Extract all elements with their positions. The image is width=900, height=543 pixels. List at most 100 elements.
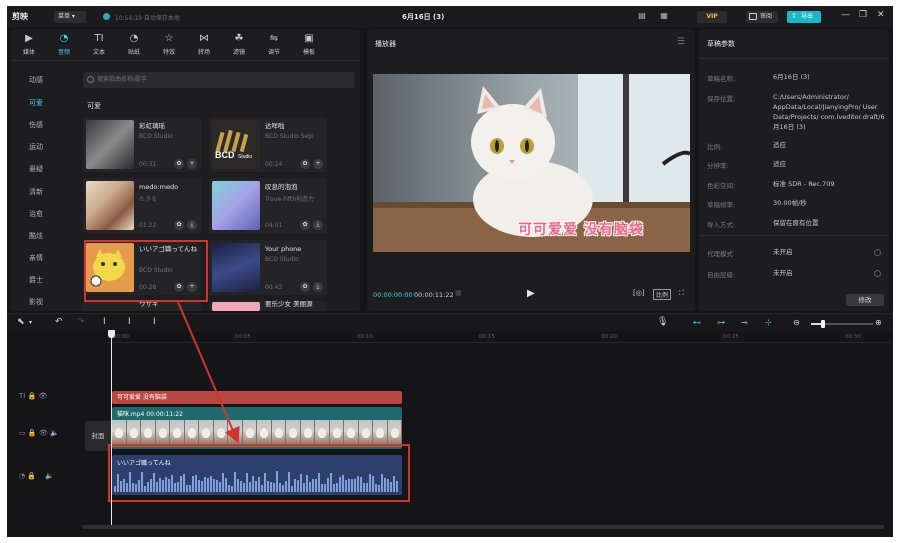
- close-icon[interactable]: ✕: [877, 10, 885, 20]
- auto-snap-icon[interactable]: ⊶: [717, 318, 725, 327]
- ratio-button[interactable]: 比例: [653, 289, 672, 300]
- music-card[interactable]: 叹息的泡泡 Trove-Fifth创造力 04:01 ✿ ⤓: [209, 178, 327, 233]
- tab-audio[interactable]: ◔ 音频: [48, 32, 80, 58]
- tab-media[interactable]: ▶ 媒体: [13, 32, 45, 58]
- search-input[interactable]: 搜索歌曲名称/歌手: [83, 72, 355, 88]
- zoom-slider[interactable]: [811, 320, 873, 328]
- add-icon[interactable]: +: [313, 159, 323, 169]
- tab-effects[interactable]: ☆ 特效: [153, 32, 185, 58]
- menu-icon[interactable]: ☰: [677, 37, 685, 47]
- text-clip[interactable]: 可可爱爱 没有脑袋: [112, 391, 402, 404]
- lock-icon[interactable]: 🔒: [28, 392, 37, 400]
- lock-icon[interactable]: 🔒: [27, 472, 36, 480]
- video-frame: [141, 420, 156, 447]
- review-button[interactable]: 审阅: [746, 11, 778, 23]
- minimize-icon[interactable]: —: [841, 10, 850, 20]
- category-item[interactable]: 运动: [29, 142, 43, 152]
- category-item[interactable]: 亲情: [29, 253, 43, 263]
- favorite-icon[interactable]: ✿: [300, 282, 310, 292]
- zoom-knob[interactable]: [821, 320, 825, 328]
- linkage-icon[interactable]: ⊸: [741, 318, 748, 327]
- tab-sticker[interactable]: ◔ 贴纸: [118, 32, 150, 58]
- category-item[interactable]: 影视: [29, 297, 43, 307]
- video-frame: [242, 420, 257, 447]
- eye-icon[interactable]: 👁: [39, 392, 48, 400]
- tab-label: 特效: [162, 49, 175, 56]
- category-item[interactable]: 可爱: [29, 98, 43, 108]
- music-card[interactable]: 要乐少女 美丽源: [209, 300, 327, 311]
- timecode-grid-icon: ▦: [455, 289, 462, 297]
- param-label: 比例:: [707, 143, 723, 151]
- export-button[interactable]: ⇧ 导出: [787, 11, 821, 23]
- main-track-magnet-icon[interactable]: ⊷: [693, 318, 701, 327]
- info-icon[interactable]: [874, 249, 881, 256]
- app-window: 剪映 菜单 ▾ 10:54:19 自动保存本地 6月16日 (3) ▤ ▦ VI…: [7, 6, 893, 537]
- split-icon[interactable]: I: [103, 317, 106, 327]
- tab-adjust[interactable]: ⇋ 调节: [258, 32, 290, 58]
- undo-icon[interactable]: ↶: [55, 317, 63, 327]
- music-card[interactable]: 彩虹璃瑶 BCD Studio 00:31 ✿ +: [83, 117, 201, 172]
- vip-button[interactable]: VIP: [697, 11, 727, 23]
- select-tool-icon[interactable]: ⬉: [17, 317, 25, 327]
- track-cover: [212, 181, 260, 230]
- add-icon[interactable]: +: [187, 159, 197, 169]
- music-card[interactable]: ウサギ: [83, 300, 201, 311]
- track-duration: 00:24: [265, 161, 283, 168]
- audio-track-controls: ◔ 🔒 🔈: [19, 472, 54, 480]
- video-clip[interactable]: 猫咪.mp4 00:00:11:22: [112, 407, 402, 449]
- tab-template[interactable]: ▣ 模板: [293, 32, 325, 58]
- chevron-down-icon[interactable]: ▾: [29, 319, 32, 326]
- category-item[interactable]: 清新: [29, 187, 43, 197]
- redo-icon[interactable]: ↷: [77, 317, 85, 327]
- track-duration: 00:31: [139, 161, 157, 168]
- favorite-icon[interactable]: ✿: [174, 159, 184, 169]
- audio-track-icon: ◔: [19, 472, 26, 480]
- video-preview[interactable]: 可可爱爱 没有脑袋: [373, 74, 690, 252]
- favorite-icon[interactable]: ✿: [300, 159, 310, 169]
- music-card[interactable]: medo:medo たきる 01:22 ✿ ⤓: [83, 178, 201, 233]
- fullscreen-icon[interactable]: ⛶: [679, 289, 684, 298]
- track-duration: 01:22: [139, 222, 157, 229]
- lock-icon[interactable]: 🔒: [28, 429, 37, 437]
- preview-axis-icon[interactable]: ⊹: [765, 318, 772, 327]
- zoom-in-icon[interactable]: ⊕: [875, 318, 882, 327]
- eye-icon[interactable]: 👁: [39, 429, 48, 437]
- tab-transition[interactable]: ⋈ 转场: [188, 32, 220, 58]
- info-icon[interactable]: [874, 270, 881, 277]
- split-right-icon[interactable]: I: [153, 317, 156, 327]
- category-item[interactable]: 动感: [29, 75, 43, 85]
- category-item[interactable]: 爵士: [29, 275, 43, 285]
- tab-text[interactable]: TI 文本: [83, 32, 115, 58]
- track-cover: BCD Studio: [212, 120, 260, 169]
- focus-icon[interactable]: [◎]: [633, 289, 645, 297]
- record-icon[interactable]: 🎙: [657, 317, 668, 327]
- timeline-ruler[interactable]: 00:00 00:05 00:10 00:15 00:20 00:25 00:3…: [107, 333, 893, 343]
- music-card[interactable]: BCD Studio 达咩啦 BCD Studio Sepi 00:24 ✿ +: [209, 117, 327, 172]
- maximize-icon[interactable]: ❐: [859, 10, 867, 20]
- modify-button[interactable]: 修改: [846, 294, 884, 306]
- track-duration: 04:01: [265, 222, 283, 229]
- play-button[interactable]: ▶: [527, 288, 535, 299]
- menu-button[interactable]: 菜单 ▾: [54, 11, 86, 23]
- split-left-icon[interactable]: I: [128, 317, 131, 327]
- category-item[interactable]: 酷炫: [29, 231, 43, 241]
- player-title: 播放器: [375, 40, 396, 48]
- layout-icon[interactable]: ▦: [657, 11, 671, 22]
- shortcut-icon[interactable]: ▤: [635, 11, 649, 22]
- favorite-icon[interactable]: ✿: [174, 220, 184, 230]
- speaker-icon[interactable]: 🔈: [45, 472, 54, 480]
- download-icon[interactable]: ⤓: [313, 282, 323, 292]
- category-item[interactable]: 悬疑: [29, 164, 43, 174]
- zoom-out-icon[interactable]: ⊖: [793, 318, 800, 327]
- category-item[interactable]: 治愈: [29, 209, 43, 219]
- favorite-icon[interactable]: ✿: [300, 220, 310, 230]
- category-item[interactable]: 伤感: [29, 120, 43, 130]
- music-card[interactable]: Your phone BCD Studio 00:43 ✿ ⤓: [209, 240, 327, 295]
- template-icon: ▣: [304, 33, 314, 44]
- speaker-icon[interactable]: 🔈: [50, 429, 59, 437]
- tab-filter[interactable]: ☘ 滤镜: [223, 32, 255, 58]
- timeline-scrollbar[interactable]: [82, 525, 884, 529]
- download-icon[interactable]: ⤓: [313, 220, 323, 230]
- download-icon[interactable]: ⤓: [187, 220, 197, 230]
- playhead[interactable]: [111, 333, 112, 527]
